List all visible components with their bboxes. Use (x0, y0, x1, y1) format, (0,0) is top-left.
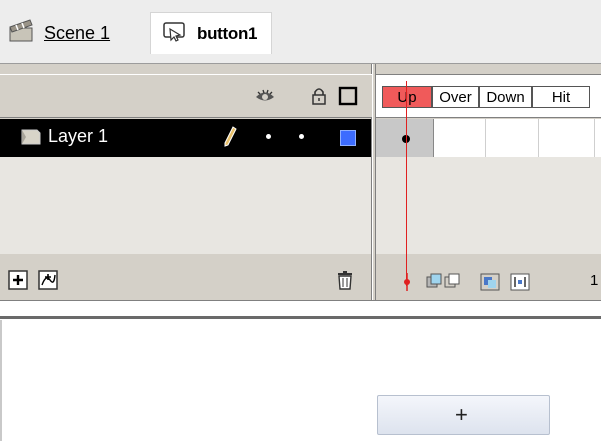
layer-row[interactable]: Layer 1 (0, 119, 371, 157)
layer-list-empty-area (0, 157, 371, 254)
clapperboard-icon (8, 18, 36, 49)
trash-icon[interactable] (336, 270, 354, 295)
frame-label-down[interactable]: Down (479, 86, 532, 108)
frame-cells (376, 119, 601, 157)
breadcrumb-scene[interactable]: Scene 1 (8, 18, 110, 48)
layer-footer (0, 260, 371, 300)
frame-cell-down[interactable] (486, 119, 539, 157)
keyframe-up[interactable] (376, 119, 434, 157)
frame-label-hit[interactable]: Hit (532, 86, 590, 108)
stage-separator (0, 316, 601, 319)
frame-label-up[interactable]: Up (382, 86, 432, 108)
pencil-icon (222, 125, 238, 154)
breadcrumb-symbol-label: button1 (197, 23, 258, 43)
visibility-dot[interactable] (266, 134, 271, 139)
stage-left-edge (0, 320, 2, 441)
timeline-panel: Layer 1 Up Over Down Hit 1 (0, 64, 601, 300)
edit-multiple-icon[interactable] (480, 273, 500, 291)
current-frame-number: 1 (590, 272, 599, 289)
breadcrumb-symbol[interactable]: button1 (150, 12, 273, 54)
insert-layer-icon[interactable] (8, 270, 28, 295)
add-motion-guide-icon[interactable] (38, 270, 58, 295)
panel-splitter[interactable] (372, 64, 376, 300)
onion-skin-icon[interactable] (426, 273, 460, 291)
button-symbol-icon (161, 19, 189, 48)
layer-header (0, 74, 372, 118)
frame-cell-over[interactable] (434, 119, 486, 157)
lock-dot[interactable] (299, 134, 304, 139)
frame-cell-hit[interactable] (539, 119, 595, 157)
breadcrumb-scene-label[interactable]: Scene 1 (44, 23, 110, 44)
frame-empty-area (376, 157, 601, 254)
frame-footer: 1 (376, 260, 601, 300)
edit-bar: Scene 1 button1 (0, 0, 601, 64)
frame-label-over[interactable]: Over (432, 86, 479, 108)
layer-name[interactable]: Layer 1 (48, 126, 108, 147)
frame-label-header: Up Over Down Hit (376, 74, 601, 118)
layer-panel: Layer 1 (0, 64, 372, 300)
modify-markers-icon[interactable] (510, 273, 530, 291)
registration-point: + (455, 402, 468, 427)
outline-color-swatch[interactable] (340, 130, 356, 146)
outline-square-icon[interactable] (338, 86, 358, 106)
playhead-line[interactable] (406, 81, 407, 286)
eye-icon[interactable] (254, 86, 274, 106)
layer-type-icon (20, 127, 42, 152)
lock-icon[interactable] (310, 86, 330, 106)
center-frame-icon[interactable] (398, 273, 416, 291)
